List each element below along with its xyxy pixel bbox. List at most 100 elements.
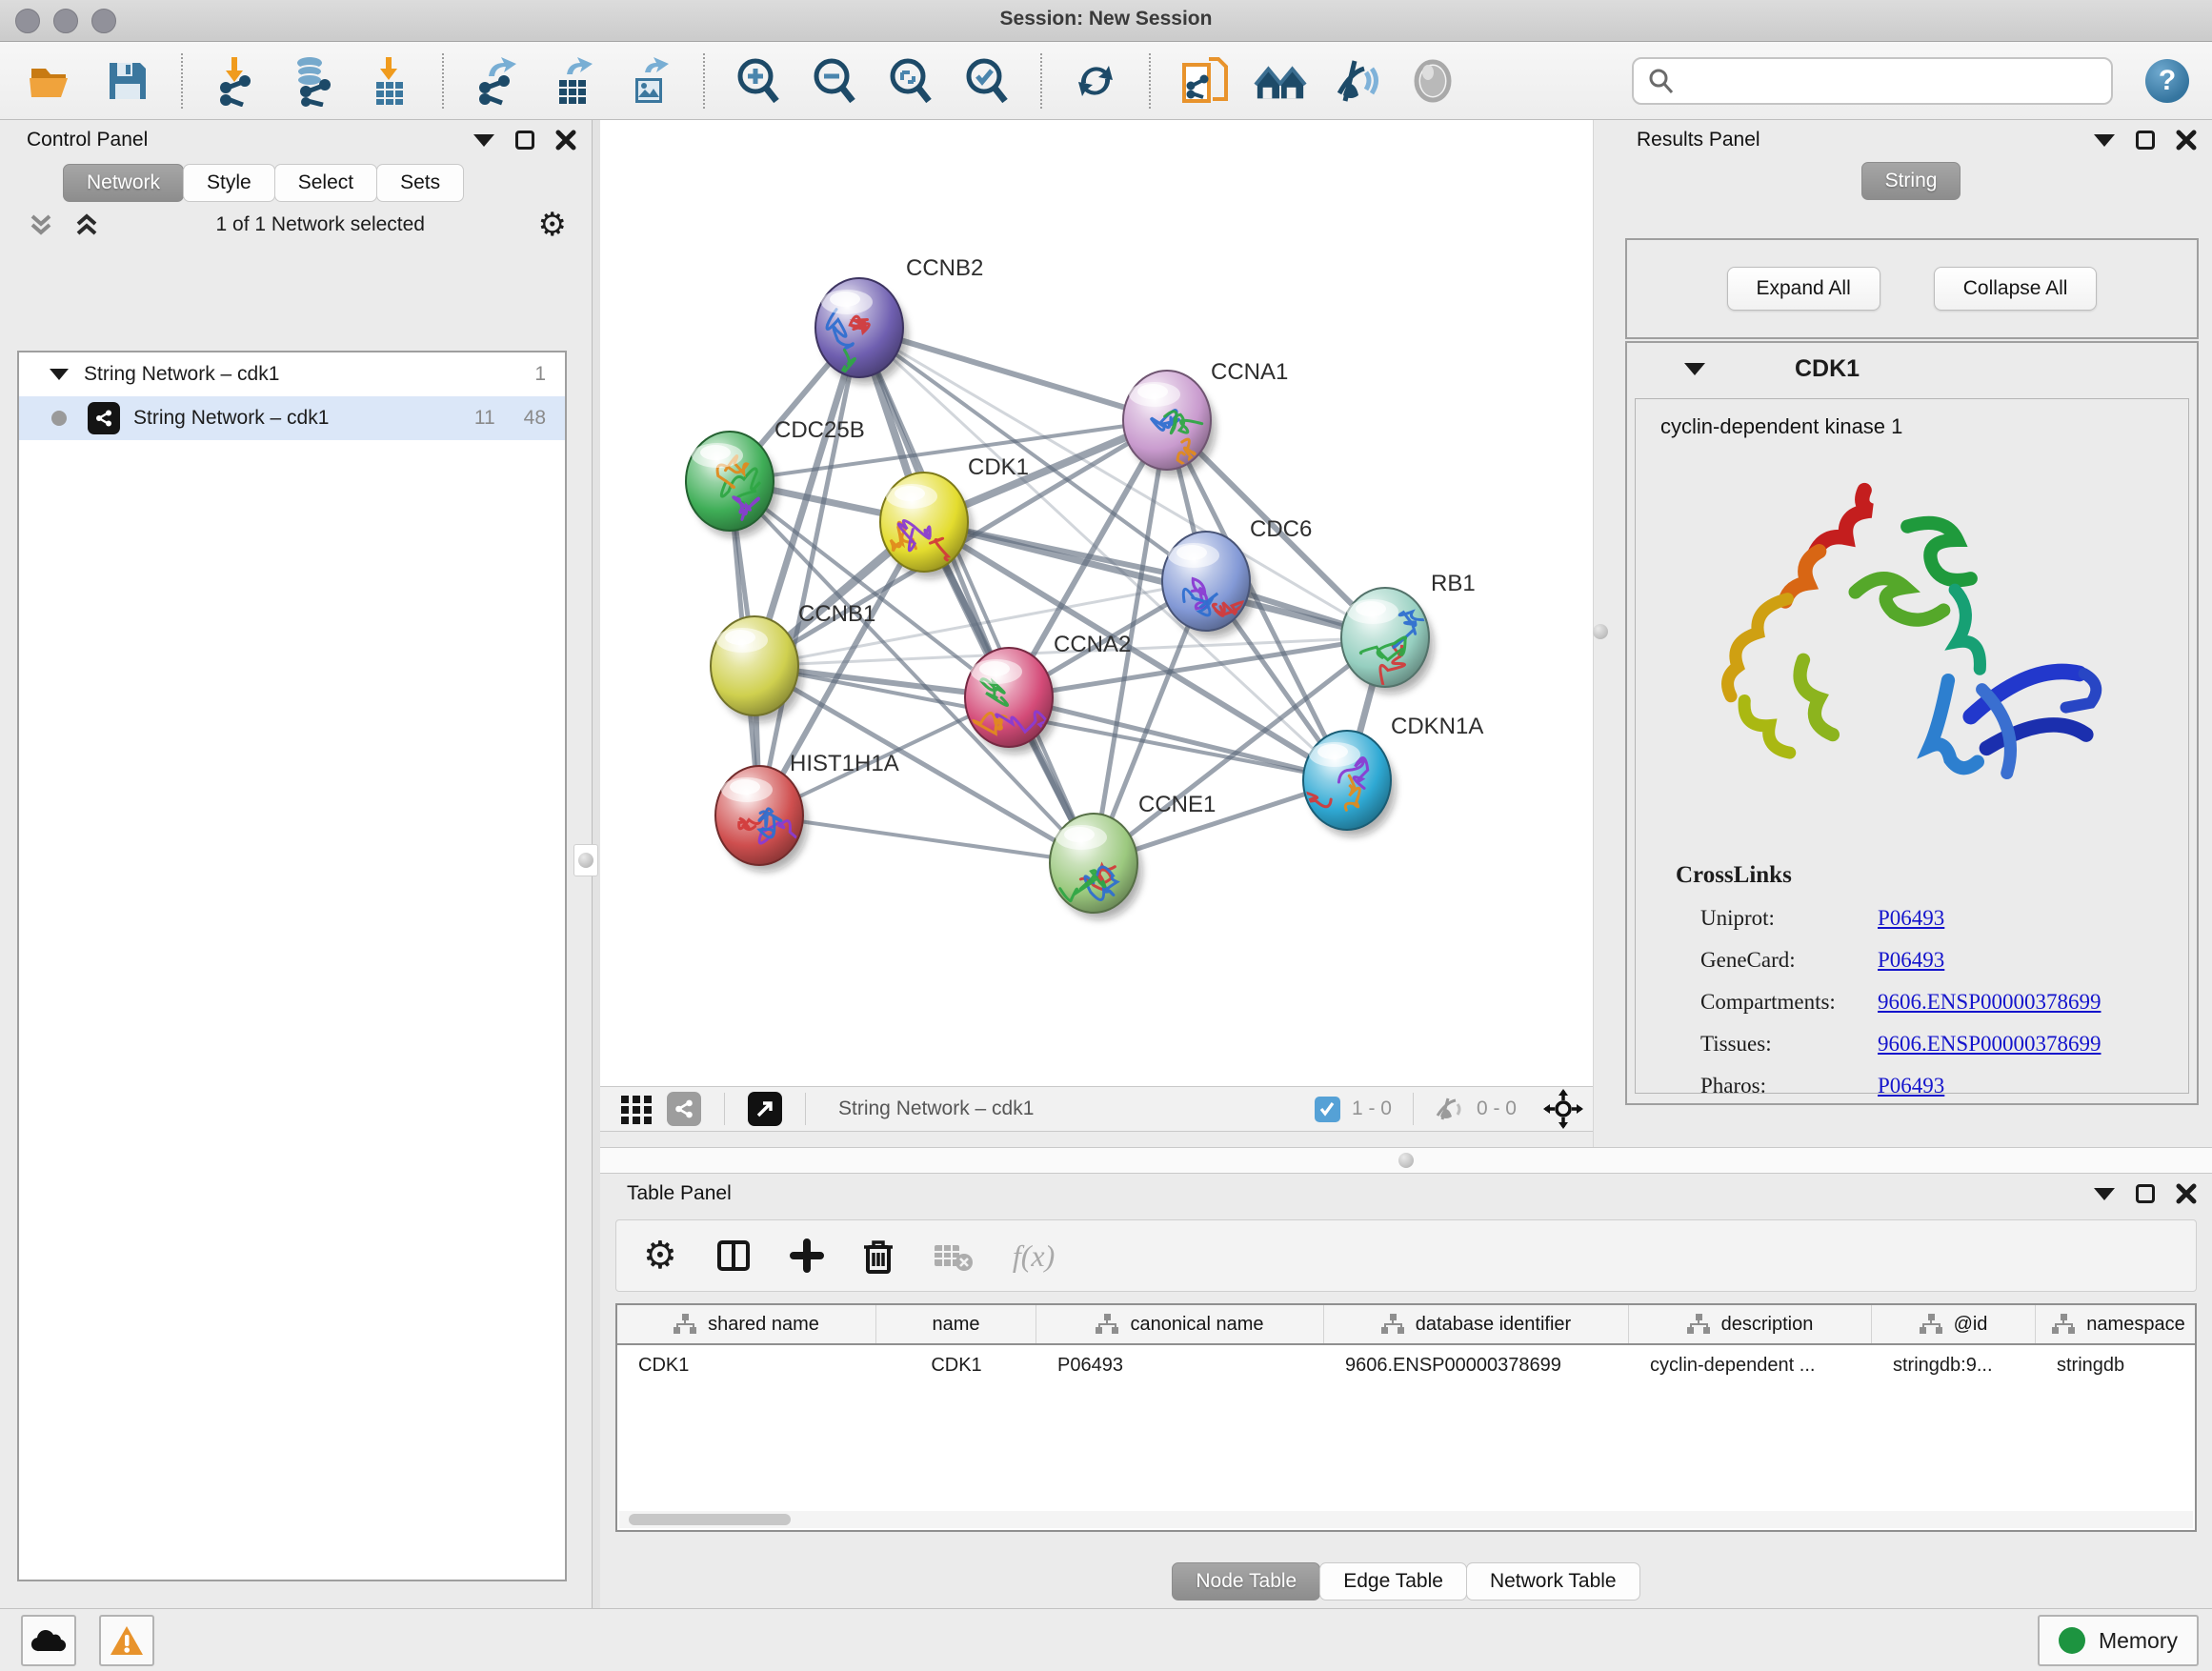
column-header[interactable]: description (1629, 1305, 1872, 1343)
delete-column-icon[interactable] (862, 1238, 895, 1274)
network-row[interactable]: String Network – cdk1 11 48 (19, 396, 565, 440)
node-CDK1[interactable] (880, 473, 973, 579)
selected-checkbox-icon[interactable] (1315, 1097, 1340, 1122)
cell-name[interactable]: CDK1 (876, 1345, 1036, 1385)
zoom-fit-button[interactable] (884, 53, 937, 109)
column-header[interactable]: database identifier (1324, 1305, 1629, 1343)
search-input[interactable] (1685, 70, 2095, 91)
column-header[interactable]: shared name (617, 1305, 876, 1343)
left-splitter-handle[interactable] (573, 844, 598, 876)
collapse-all-icon[interactable] (29, 212, 57, 237)
tab-edge-table[interactable]: Edge Table (1319, 1562, 1467, 1601)
node-CDC25B[interactable] (686, 432, 778, 537)
panel-float-icon[interactable] (2136, 131, 2155, 150)
cell-shared-name[interactable]: CDK1 (617, 1345, 876, 1385)
import-network-button[interactable] (210, 53, 263, 109)
table-horizontal-scrollbar[interactable] (619, 1511, 2193, 1528)
panel-close-icon[interactable] (2176, 1183, 2197, 1204)
node-CCNA1[interactable] (1123, 371, 1216, 476)
panel-menu-icon[interactable] (473, 134, 494, 147)
network-view-mode-icon[interactable] (667, 1092, 701, 1126)
export-network-button[interactable] (471, 53, 524, 109)
scrollbar-thumb[interactable] (629, 1514, 791, 1525)
show-all-networks-button[interactable] (1254, 53, 1307, 109)
cell-canonical-name[interactable]: P06493 (1036, 1345, 1324, 1385)
tree-expander-icon[interactable] (50, 369, 69, 380)
crosslink-pharos-link[interactable]: P06493 (1878, 1074, 1944, 1098)
column-header[interactable]: @id (1872, 1305, 2036, 1343)
network-view[interactable]: CCNB2CCNA1CDC25BCDK1CDC6RB1CCNB1CCNA2CDK… (600, 120, 1593, 1086)
node-label: CCNE1 (1138, 792, 1216, 817)
help-button[interactable]: ? (2145, 59, 2189, 103)
import-network-from-database-button[interactable] (286, 53, 339, 109)
crosslink-tissues-link[interactable]: 9606.ENSP00000378699 (1878, 1032, 2101, 1057)
hide-unhide-button[interactable] (1330, 53, 1383, 109)
import-table-button[interactable] (362, 53, 415, 109)
node-CCNA2[interactable] (965, 648, 1057, 754)
search-icon (1647, 67, 1676, 95)
network-edge[interactable] (759, 815, 1094, 863)
add-column-icon[interactable] (790, 1238, 824, 1273)
crosslink-genecard-link[interactable]: P06493 (1878, 948, 1944, 973)
search-box[interactable] (1632, 57, 2113, 105)
node-HIST1H1A[interactable] (715, 766, 810, 872)
refresh-button[interactable] (1069, 53, 1122, 109)
expand-all-button[interactable]: Expand All (1727, 267, 1880, 311)
show-columns-icon[interactable] (715, 1238, 752, 1274)
table-splitter-handle[interactable] (1398, 1153, 1414, 1168)
memory-button[interactable]: Memory (2038, 1615, 2199, 1666)
cloud-services-button[interactable] (21, 1615, 76, 1666)
tab-network[interactable]: Network (63, 164, 184, 202)
cell-database-identifier[interactable]: 9606.ENSP00000378699 (1324, 1345, 1629, 1385)
pan-crosshair-icon[interactable] (1543, 1089, 1583, 1129)
cell-description[interactable]: cyclin-dependent ... (1629, 1345, 1872, 1385)
tab-string[interactable]: String (1861, 162, 1961, 200)
toolbar-separator (442, 53, 444, 109)
tab-network-table[interactable]: Network Table (1466, 1562, 1640, 1601)
tab-select[interactable]: Select (274, 164, 377, 202)
cell-id[interactable]: stringdb:9... (1872, 1345, 2036, 1385)
network-edge[interactable] (859, 328, 1094, 863)
protein-accordion-header[interactable]: CDK1 (1627, 343, 2197, 394)
panel-float-icon[interactable] (515, 131, 534, 150)
clone-network-button[interactable] (1177, 53, 1231, 109)
annotation-mode-button[interactable] (1406, 53, 1459, 109)
zoom-selected-button[interactable] (960, 53, 1014, 109)
crosslink-compartments-link[interactable]: 9606.ENSP00000378699 (1878, 990, 2101, 1015)
tab-node-table[interactable]: Node Table (1172, 1562, 1320, 1601)
table-panel-splitter[interactable] (600, 1147, 2212, 1174)
crosslink-uniprot-link[interactable]: P06493 (1878, 906, 1944, 931)
right-splitter-handle[interactable] (1593, 624, 1608, 639)
panel-close-icon[interactable] (2176, 130, 2197, 151)
accordion-caret-icon[interactable] (1684, 363, 1705, 375)
expand-all-icon[interactable] (74, 212, 103, 237)
collapse-all-button[interactable]: Collapse All (1934, 267, 2098, 311)
node-table[interactable]: shared name name canonical name database… (615, 1303, 2197, 1532)
network-collection-row[interactable]: String Network – cdk1 1 (19, 352, 565, 396)
open-session-button[interactable] (25, 53, 78, 109)
node-CCNE1[interactable] (1050, 814, 1142, 919)
save-session-button[interactable] (101, 53, 154, 109)
panel-float-icon[interactable] (2136, 1184, 2155, 1203)
zoom-in-button[interactable] (732, 53, 785, 109)
panel-menu-icon[interactable] (2094, 134, 2115, 147)
tab-style[interactable]: Style (183, 164, 275, 202)
tab-sets[interactable]: Sets (376, 164, 464, 202)
zoom-out-button[interactable] (808, 53, 861, 109)
export-image-button[interactable] (623, 53, 676, 109)
column-header[interactable]: name (876, 1305, 1036, 1343)
node-RB1[interactable] (1341, 588, 1434, 694)
table-panel: Table Panel ⚙ f (600, 1174, 2212, 1608)
panel-menu-icon[interactable] (2094, 1188, 2115, 1200)
warnings-button[interactable] (99, 1615, 154, 1666)
column-header[interactable]: canonical name (1036, 1305, 1324, 1343)
detach-view-icon[interactable] (748, 1092, 782, 1126)
cell-namespace[interactable]: stringdb (2036, 1345, 2197, 1385)
table-row[interactable]: CDK1 CDK1 P06493 9606.ENSP00000378699 cy… (617, 1345, 2195, 1385)
column-header[interactable]: namespace (2036, 1305, 2197, 1343)
export-table-button[interactable] (547, 53, 600, 109)
crosslinks-heading: CrossLinks (1676, 862, 2188, 889)
grid-view-icon[interactable] (619, 1092, 654, 1126)
panel-close-icon[interactable] (555, 130, 576, 151)
network-canvas[interactable]: CCNB2CCNA1CDC25BCDK1CDC6RB1CCNB1CCNA2CDK… (600, 120, 1593, 1086)
